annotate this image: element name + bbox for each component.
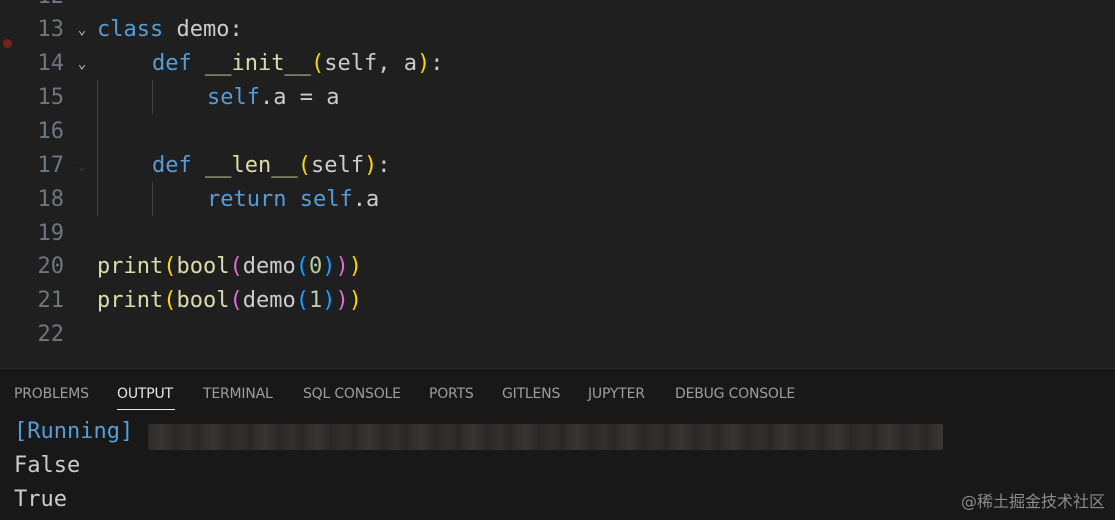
output-line: False xyxy=(14,453,81,478)
tab-sql-console[interactable]: SQL CONSOLE xyxy=(303,386,401,402)
params: self, a xyxy=(324,51,417,76)
output-line: True xyxy=(14,487,67,512)
tab-debug-console[interactable]: DEBUG CONSOLE xyxy=(675,386,795,402)
line-number: 21 xyxy=(37,288,65,313)
line-number: 19 xyxy=(37,221,65,246)
code-text: class demo: xyxy=(97,13,243,47)
colon: : xyxy=(377,153,391,178)
output-view[interactable]: [Running] False True xyxy=(0,415,1115,520)
bracket: ( xyxy=(295,254,309,279)
code-rest: .a = a xyxy=(259,85,340,110)
bracket: ) xyxy=(363,153,378,178)
bracket: ( xyxy=(229,254,243,279)
self-keyword: self xyxy=(207,85,260,110)
bottom-panel: PROBLEMS OUTPUT TERMINAL SQL CONSOLE POR… xyxy=(0,368,1115,520)
keyword: def xyxy=(152,153,192,178)
bracket: ( xyxy=(163,254,177,279)
code-line: 14 ⌄ def __init__(self, a): xyxy=(0,47,1115,81)
bracket: ) xyxy=(322,288,336,313)
code-text: print(bool(demo(0))) xyxy=(97,250,362,284)
watermark: @稀土掘金技术社区 xyxy=(960,492,1105,511)
number: 1 xyxy=(308,288,323,313)
code-line: 21 print(bool(demo(1))) xyxy=(0,284,1115,318)
line-number: 14 xyxy=(37,51,65,76)
bracket: ) xyxy=(335,288,349,313)
params: self xyxy=(310,153,364,178)
code-line: 15 self.a = a xyxy=(0,81,1115,115)
self-keyword: self xyxy=(286,187,353,212)
code-line: 16 xyxy=(0,115,1115,149)
bracket: ( xyxy=(163,288,177,313)
number: 0 xyxy=(308,254,323,279)
code-line: 19 xyxy=(0,217,1115,251)
bracket: ( xyxy=(297,153,311,178)
class-name: demo xyxy=(242,254,296,279)
bracket: ( xyxy=(310,51,325,76)
bracket: ) xyxy=(348,288,362,313)
tab-problems[interactable]: PROBLEMS xyxy=(14,386,89,402)
function-name: print xyxy=(97,254,164,279)
running-label: [Running] xyxy=(14,419,134,444)
panel-tabs: PROBLEMS OUTPUT TERMINAL SQL CONSOLE POR… xyxy=(0,369,1115,413)
colon: : xyxy=(430,51,444,76)
code-text: return self.a xyxy=(207,183,379,217)
line-number: 22 xyxy=(37,322,65,347)
tab-output[interactable]: OUTPUT xyxy=(117,386,173,402)
code-text: self.a = a xyxy=(207,81,339,115)
chevron-down-icon[interactable]: ⌄ xyxy=(74,13,90,47)
chevron-down-icon[interactable]: ⌄ xyxy=(74,47,90,81)
redacted-command xyxy=(148,424,943,450)
function-name: __init__ xyxy=(191,51,311,76)
chevron-down-icon[interactable]: ⌄ xyxy=(74,149,90,183)
line-number: 15 xyxy=(37,85,65,110)
code-line: 22 xyxy=(0,318,1115,352)
code-text: print(bool(demo(1))) xyxy=(97,284,362,318)
code-line: 17 ⌄ def __len__(self): xyxy=(0,149,1115,183)
tab-ports[interactable]: PORTS xyxy=(429,386,474,402)
tab-terminal[interactable]: TERMINAL xyxy=(203,386,273,402)
keyword: def xyxy=(152,51,192,76)
code-line: 13 ⌄ class demo: xyxy=(0,13,1115,48)
code-editor[interactable]: 12 13 ⌄ class demo: 14 ⌄ def __init__(se… xyxy=(0,0,1115,368)
function-name: print xyxy=(97,288,164,313)
active-tab-indicator xyxy=(117,409,175,410)
keyword: return xyxy=(207,187,287,212)
function-name: __len__ xyxy=(191,153,298,178)
code-text: def __len__(self): xyxy=(152,149,390,183)
tab-gitlens[interactable]: GITLENS xyxy=(502,386,560,402)
bracket: ) xyxy=(348,254,362,279)
bracket: ) xyxy=(416,51,431,76)
bracket: ) xyxy=(322,254,336,279)
class-name: demo: xyxy=(163,17,243,42)
bracket: ( xyxy=(295,288,309,313)
function-name: bool xyxy=(176,288,230,313)
tab-jupyter[interactable]: JUPYTER xyxy=(588,386,645,402)
keyword: class xyxy=(97,17,164,42)
line-number: 13 xyxy=(37,17,65,42)
line-number: 17 xyxy=(37,153,65,178)
line-number: 12 xyxy=(0,0,65,14)
code-line: 18 return self.a xyxy=(0,183,1115,217)
line-number: 20 xyxy=(37,254,65,279)
bracket: ) xyxy=(335,254,349,279)
bracket: ( xyxy=(229,288,243,313)
code-line: 12 xyxy=(0,0,1115,14)
line-number: 18 xyxy=(37,187,65,212)
code-text: def __init__(self, a): xyxy=(152,47,443,81)
class-name: demo xyxy=(242,288,296,313)
function-name: bool xyxy=(176,254,230,279)
line-number: 16 xyxy=(37,119,65,144)
code-rest: .a xyxy=(352,187,380,212)
code-line: 20 print(bool(demo(0))) xyxy=(0,250,1115,284)
